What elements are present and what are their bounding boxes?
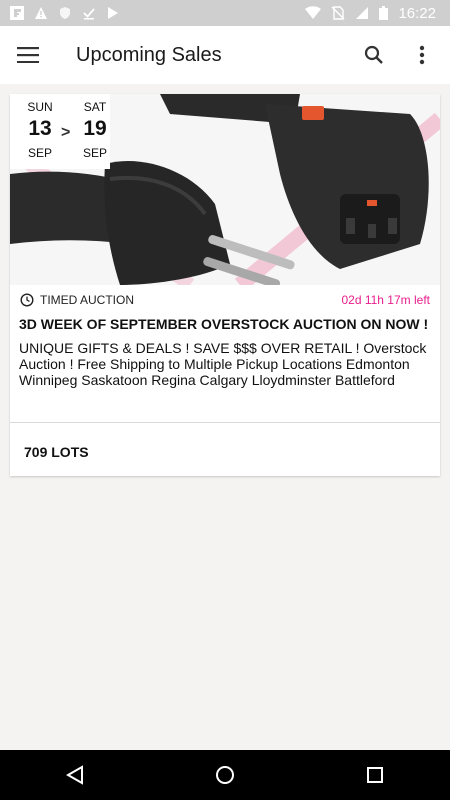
back-button[interactable] xyxy=(45,750,105,800)
end-month: SEP xyxy=(82,146,107,160)
start-date: SUN 13 SEP xyxy=(19,100,61,160)
back-triangle-icon xyxy=(66,765,83,785)
start-month: SEP xyxy=(27,146,52,160)
date-range-arrow: > xyxy=(61,124,71,141)
home-button[interactable] xyxy=(195,750,255,800)
system-nav-bar xyxy=(0,750,450,800)
warning-icon xyxy=(35,7,47,19)
recents-square-icon xyxy=(367,767,383,783)
sale-image[interactable]: SUN 13 SEP > SAT 19 SEP xyxy=(10,94,440,285)
menu-button[interactable] xyxy=(0,27,56,83)
status-bar: 16:22 xyxy=(0,0,450,26)
date-range: SUN 13 SEP > SAT 19 SEP xyxy=(10,94,110,169)
start-day-of-week: SUN xyxy=(27,100,53,114)
sale-card[interactable]: SUN 13 SEP > SAT 19 SEP TIMED AUCTION 02… xyxy=(10,94,440,476)
page-title: Upcoming Sales xyxy=(76,43,222,66)
home-circle-icon xyxy=(216,766,234,784)
search-button[interactable] xyxy=(354,35,394,75)
search-icon xyxy=(364,45,383,64)
card-divider xyxy=(10,422,440,423)
more-vert-icon xyxy=(419,45,425,65)
sale-meta: TIMED AUCTION 02d 11h 17m left xyxy=(20,291,430,309)
overflow-menu-button[interactable] xyxy=(402,35,442,75)
sale-description: UNIQUE GIFTS & DEALS ! SAVE $$$ OVER RET… xyxy=(19,340,427,388)
recents-button[interactable] xyxy=(345,750,405,800)
download-done-icon xyxy=(83,8,95,20)
battery-icon xyxy=(379,6,389,20)
sale-type: TIMED AUCTION xyxy=(40,293,135,307)
sale-title[interactable]: 3D WEEK OF SEPTEMBER OVERSTOCK AUCTION O… xyxy=(19,316,433,332)
status-time: 16:22 xyxy=(398,4,436,22)
lot-count[interactable]: 709 LOTS xyxy=(24,444,89,460)
end-date: SAT 19 SEP xyxy=(74,100,116,160)
clock-icon xyxy=(20,293,34,307)
no-sim-icon xyxy=(331,6,345,20)
app-bar: Upcoming Sales xyxy=(0,26,450,84)
flipboard-icon xyxy=(10,6,24,20)
hamburger-menu-icon xyxy=(17,47,39,63)
start-day: 13 xyxy=(28,117,52,140)
end-day: 19 xyxy=(83,117,107,140)
play-store-icon xyxy=(108,7,118,19)
end-day-of-week: SAT xyxy=(83,100,107,114)
signal-icon xyxy=(356,7,369,19)
wifi-icon xyxy=(305,6,322,19)
shield-icon xyxy=(60,7,70,19)
time-remaining: 02d 11h 17m left xyxy=(341,293,430,307)
